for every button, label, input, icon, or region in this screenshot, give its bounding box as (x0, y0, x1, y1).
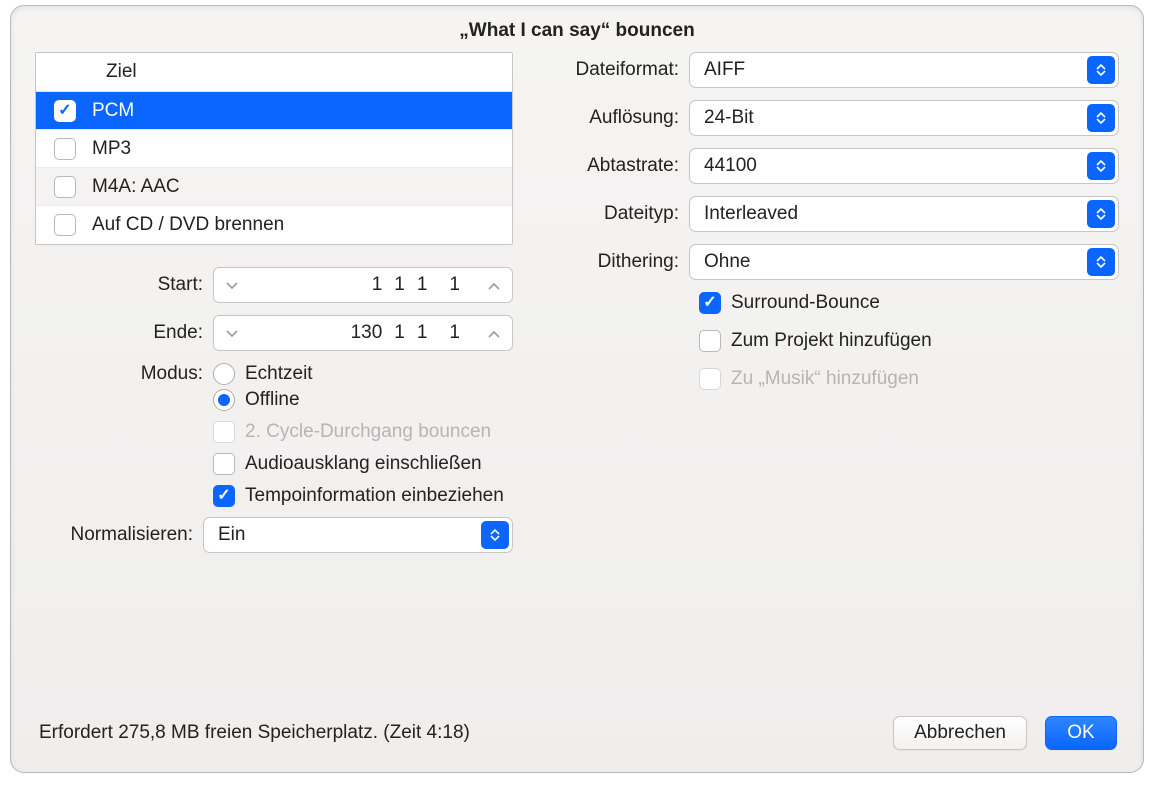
destination-row-pcm[interactable]: PCM (36, 92, 512, 130)
destination-table: Ziel PCM MP3 M4A: AAC Auf CD / DVD brenn… (35, 52, 513, 245)
include-tempo-label: Tempoinformation einbeziehen (245, 485, 504, 507)
mode-realtime-radio[interactable] (213, 363, 235, 385)
cancel-button[interactable]: Abbrechen (893, 716, 1027, 750)
resolution-popup[interactable]: 24-Bit (689, 100, 1119, 136)
popup-arrows-icon (1087, 200, 1115, 228)
add-to-music-checkbox (699, 368, 721, 390)
mode-offline-label: Offline (245, 389, 300, 411)
popup-arrows-icon (1087, 56, 1115, 84)
second-cycle-checkbox (213, 421, 235, 443)
destination-label: Auf CD / DVD brennen (92, 214, 284, 236)
file-type-value: Interleaved (704, 203, 798, 225)
mode-label: Modus: (35, 363, 213, 385)
include-tail-checkbox[interactable] (213, 453, 235, 475)
include-tempo-checkbox[interactable] (213, 485, 235, 507)
destination-row-burn[interactable]: Auf CD / DVD brennen (36, 206, 512, 244)
popup-arrows-icon (1087, 152, 1115, 180)
destination-label: MP3 (92, 138, 131, 160)
destination-checkbox-m4a[interactable] (54, 176, 76, 198)
destination-label: M4A: AAC (92, 176, 180, 198)
add-to-music-label: Zu „Musik“ hinzufügen (731, 368, 919, 390)
second-cycle-label: 2. Cycle-Durchgang bouncen (245, 421, 491, 443)
surround-bounce-label: Surround-Bounce (731, 292, 880, 314)
destination-checkbox-mp3[interactable] (54, 138, 76, 160)
popup-arrows-icon (1087, 248, 1115, 276)
dithering-label: Dithering: (561, 251, 689, 273)
mode-realtime-label: Echtzeit (245, 363, 313, 385)
file-type-popup[interactable]: Interleaved (689, 196, 1119, 232)
chevron-down-icon[interactable] (218, 277, 246, 293)
destination-checkbox-pcm[interactable] (54, 100, 76, 122)
start-label: Start: (35, 274, 213, 296)
sample-rate-popup[interactable]: 44100 (689, 148, 1119, 184)
bounce-dialog: „What I can say“ bouncen Ziel PCM MP3 M4… (10, 5, 1144, 773)
file-format-value: AIFF (704, 59, 745, 81)
file-format-popup[interactable]: AIFF (689, 52, 1119, 88)
resolution-label: Auflösung: (561, 107, 689, 129)
normalize-value: Ein (218, 524, 245, 546)
window-title: „What I can say“ bouncen (11, 6, 1143, 52)
add-to-project-label: Zum Projekt hinzufügen (731, 330, 932, 352)
destination-header[interactable]: Ziel (36, 53, 512, 92)
start-values: 1 1 1 1 (252, 274, 474, 296)
start-field[interactable]: 1 1 1 1 (213, 267, 513, 303)
popup-arrows-icon (1087, 104, 1115, 132)
destination-row-mp3[interactable]: MP3 (36, 130, 512, 168)
resolution-value: 24-Bit (704, 107, 754, 129)
end-field[interactable]: 130 1 1 1 (213, 315, 513, 351)
popup-arrows-icon (481, 521, 509, 549)
dithering-value: Ohne (704, 251, 750, 273)
sample-rate-label: Abtastrate: (561, 155, 689, 177)
destination-label: PCM (92, 100, 134, 122)
normalize-popup[interactable]: Ein (203, 517, 513, 553)
end-label: Ende: (35, 322, 213, 344)
include-tail-label: Audioausklang einschließen (245, 453, 482, 475)
destination-row-m4a[interactable]: M4A: AAC (36, 168, 512, 206)
mode-offline-radio[interactable] (213, 389, 235, 411)
end-values: 130 1 1 1 (252, 322, 474, 344)
surround-bounce-checkbox[interactable] (699, 292, 721, 314)
normalize-label: Normalisieren: (35, 524, 203, 546)
file-format-label: Dateiformat: (561, 59, 689, 81)
chevron-down-icon[interactable] (218, 325, 246, 341)
ok-button[interactable]: OK (1045, 716, 1117, 750)
chevron-up-icon[interactable] (480, 277, 508, 293)
add-to-project-checkbox[interactable] (699, 330, 721, 352)
chevron-up-icon[interactable] (480, 325, 508, 341)
sample-rate-value: 44100 (704, 155, 757, 177)
file-type-label: Dateityp: (561, 203, 689, 225)
status-text: Erfordert 275,8 MB freien Speicherplatz.… (39, 722, 470, 744)
destination-checkbox-burn[interactable] (54, 214, 76, 236)
dithering-popup[interactable]: Ohne (689, 244, 1119, 280)
